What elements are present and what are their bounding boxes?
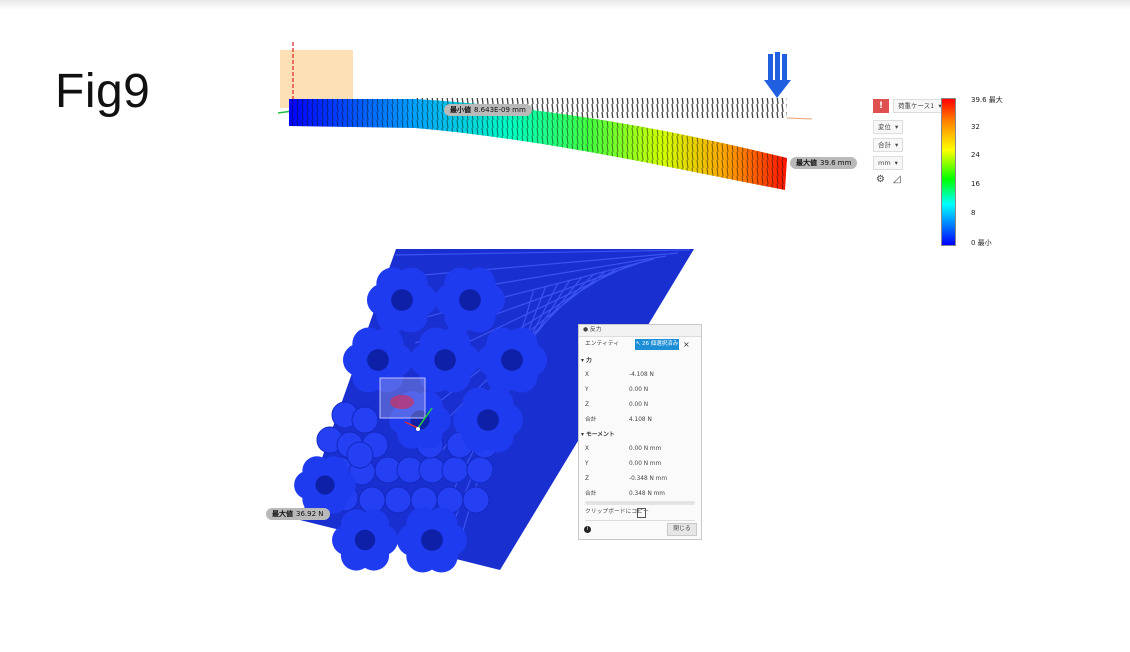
moment-x-label: X [585,446,589,452]
moment-z-value: -0.348 N mm [629,476,668,482]
force-y-label: Y [585,387,589,393]
entity-select-button[interactable]: ↖ 26 個選択済み [635,339,679,350]
rod-end [351,406,379,434]
close-dot-icon[interactable]: ● [583,327,588,333]
dialog-scrollbar[interactable] [585,501,695,505]
info-icon[interactable]: i [584,526,591,533]
entity-label: エンティティ [585,341,620,347]
moment-z-label: Z [585,476,589,482]
clear-selection-icon[interactable]: × [683,339,690,350]
moment-total-value: 0.348 N mm [629,491,665,497]
pile-max-label: 最大値 36.92 N [266,508,330,520]
force-x-value: -4.108 N [629,372,654,378]
reaction-force-dialog[interactable]: ● 反力 エンティティ ↖ 26 個選択済み × ▾ 力 X -4.108 N Y… [578,324,702,540]
rod-end [441,456,469,484]
force-z-value: 0.00 N [629,402,649,408]
moment-y-value: 0.00 N mm [629,461,662,467]
rod-end [384,486,412,514]
rod-end [346,441,374,469]
copy-icon[interactable] [637,508,646,518]
moment-y-label: Y [585,461,589,467]
force-total-value: 4.108 N [629,417,652,423]
dialog-title: 反力 [589,327,602,333]
rod-end [358,486,386,514]
force-total-label: 合計 [585,417,597,423]
force-z-label: Z [585,402,589,408]
moment-total-label: 合計 [585,491,597,497]
moment-section-header[interactable]: ▾ モーメント [581,429,615,438]
rod-end [462,486,490,514]
pile-viewport[interactable] [0,0,1130,652]
rod-end [466,456,494,484]
rod-end [418,456,446,484]
dialog-header: ● 反力 [579,325,701,337]
force-x-label: X [585,372,589,378]
force-y-value: 0.00 N [629,387,649,393]
force-section-header[interactable]: ▾ 力 [581,355,592,364]
moment-x-value: 0.00 N mm [629,446,662,452]
close-button[interactable]: 閉じる [667,523,697,536]
